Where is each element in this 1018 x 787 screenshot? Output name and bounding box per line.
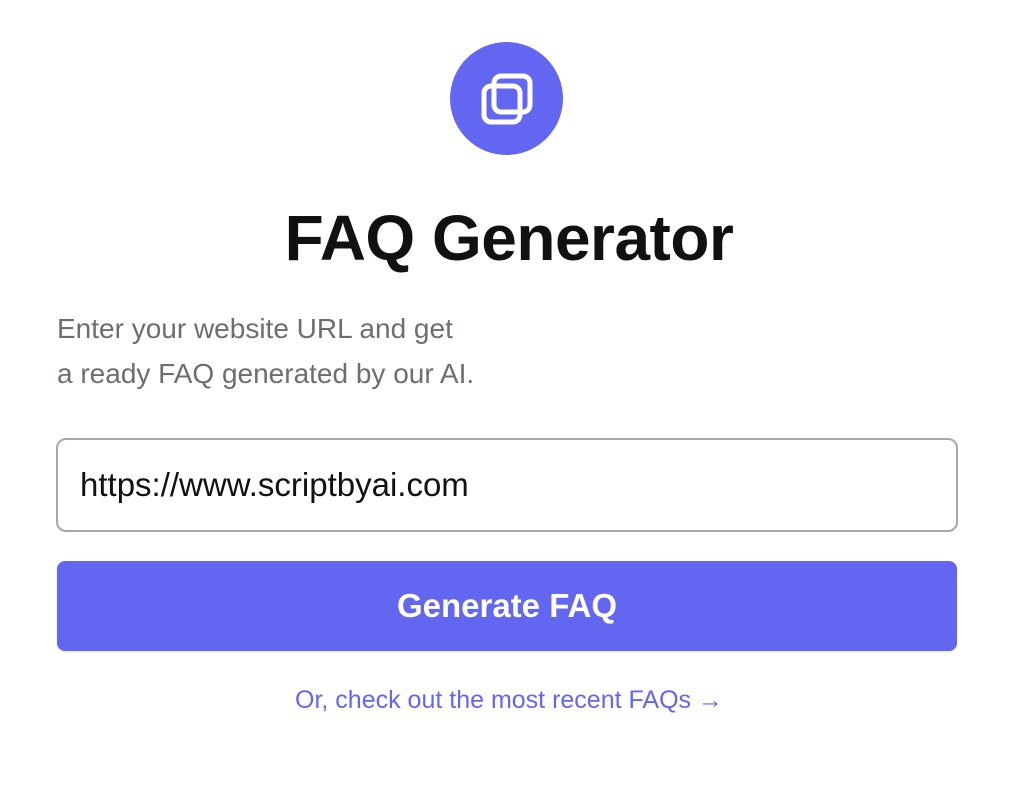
- stacked-squares-icon: [481, 73, 532, 124]
- page-description: Enter your website URL and get a ready F…: [57, 306, 577, 396]
- description-line-1: Enter your website URL and get: [57, 313, 453, 344]
- app-logo: [450, 42, 563, 155]
- description-line-2: a ready FAQ generated by our AI.: [57, 358, 475, 389]
- page-title: FAQ Generator: [284, 202, 734, 274]
- generate-faq-button[interactable]: Generate FAQ: [57, 561, 957, 651]
- website-url-input[interactable]: [56, 438, 958, 532]
- recent-faqs-link[interactable]: Or, check out the most recent FAQs →: [0, 682, 1018, 718]
